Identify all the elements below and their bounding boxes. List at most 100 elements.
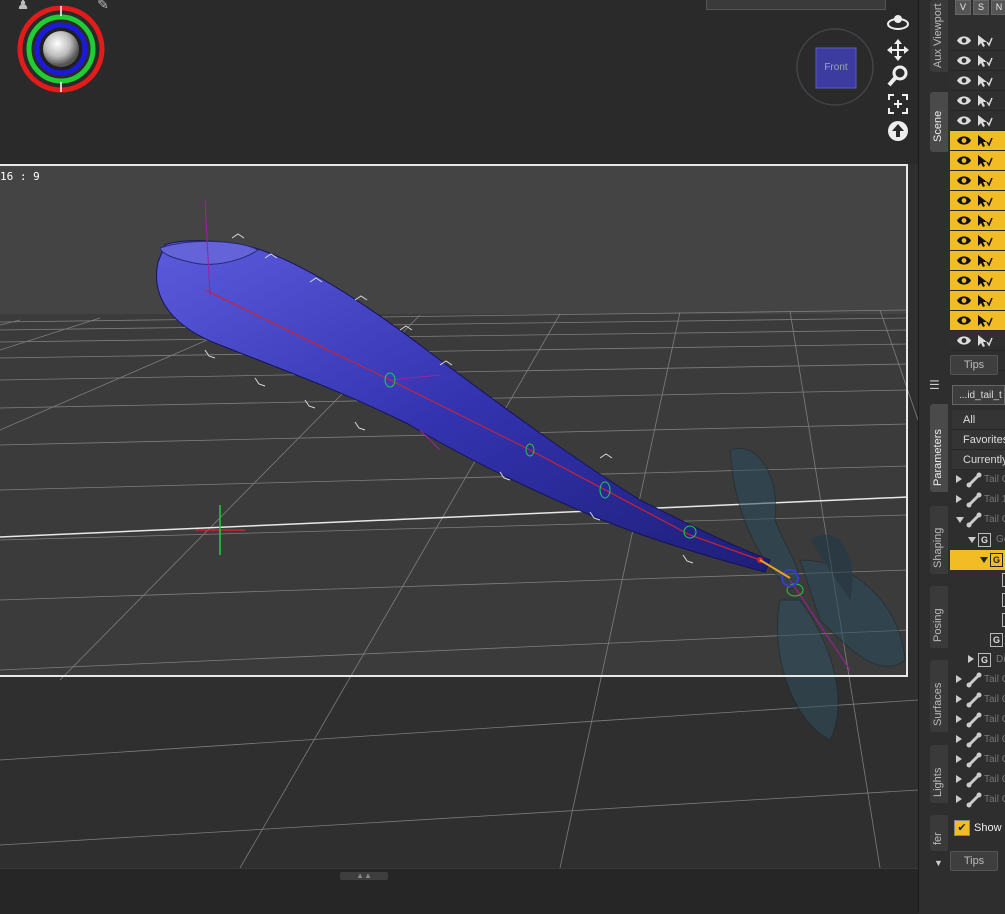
collapse-icon[interactable] [968,537,976,543]
visibility-eye-icon[interactable] [956,295,972,306]
tree-row[interactable]: GT [950,550,1005,570]
visibility-eye-icon[interactable] [956,155,972,166]
scene-row[interactable] [950,131,1005,151]
name-column-header[interactable]: N [991,0,1005,15]
visibility-eye-icon[interactable] [956,255,972,266]
selectable-arrow-icon[interactable] [977,294,993,308]
tab-lights[interactable]: Lights [930,745,948,803]
scene-row[interactable] [950,211,1005,231]
selectable-arrow-icon[interactable] [977,134,993,148]
pan-icon[interactable] [886,38,910,62]
3d-viewport[interactable]: 16 : 9 ♟ ✎ Front [0,0,918,868]
selectable-arrow-icon[interactable] [977,234,993,248]
visibility-eye-icon[interactable] [956,215,972,226]
figure-tool-icon[interactable]: ♟ [12,0,34,14]
tab-parameters[interactable]: Parameters [930,404,948,492]
parameter-search-input[interactable]: ...id_tail_t [952,385,1005,405]
filter-all[interactable]: All [952,410,1005,430]
tab-render[interactable]: fer [930,815,948,851]
camera-dropdown[interactable] [706,0,886,10]
selectable-arrow-icon[interactable] [977,214,993,228]
visible-column-header[interactable]: V [955,0,971,15]
visibility-eye-icon[interactable] [956,195,972,206]
tree-row[interactable]: Tail C [950,710,1005,730]
reset-icon[interactable] [886,119,910,143]
tree-row[interactable]: G [950,610,1005,630]
tree-row[interactable]: G Ge [950,530,1005,550]
selectable-arrow-icon[interactable] [977,94,993,108]
expand-icon[interactable] [956,475,962,483]
tab-scene[interactable]: Scene [930,92,948,152]
visibility-eye-icon[interactable] [956,95,972,106]
visibility-eye-icon[interactable] [956,275,972,286]
frame-icon[interactable] [886,92,910,116]
pane-collapse-handle[interactable]: ▲▲ [340,872,388,880]
scene-row[interactable] [950,291,1005,311]
selectable-arrow-icon[interactable] [977,254,993,268]
scene-row[interactable] [950,51,1005,71]
visibility-eye-icon[interactable] [956,175,972,186]
expand-icon[interactable] [956,495,962,503]
scene-row[interactable] [950,191,1005,211]
tree-row[interactable]: G [950,570,1005,590]
expand-icon[interactable] [956,775,962,783]
visibility-eye-icon[interactable] [956,35,972,46]
tree-row[interactable]: G [950,590,1005,610]
scene-row[interactable] [950,331,1005,351]
filter-favorites[interactable]: Favorites [952,430,1005,450]
tree-row[interactable]: Tail 1 [950,490,1005,510]
scene-row[interactable] [950,271,1005,291]
selectable-arrow-icon[interactable] [977,334,993,348]
scene-row[interactable] [950,71,1005,91]
scene-row[interactable] [950,91,1005,111]
zoom-icon[interactable] [886,64,910,88]
scene-row[interactable] [950,111,1005,131]
tree-row[interactable]: Tail C [950,750,1005,770]
tree-row[interactable]: Tail C [950,690,1005,710]
show-checkbox[interactable]: ✔ [954,820,970,836]
scene-row[interactable] [950,231,1005,251]
visibility-eye-icon[interactable] [956,135,972,146]
scene-row[interactable] [950,171,1005,191]
tips-button-top[interactable]: Tips [950,355,998,375]
tree-row[interactable]: Tail C [950,470,1005,490]
collapse-icon[interactable] [956,517,964,523]
tab-surfaces[interactable]: Surfaces [930,660,948,732]
tree-row[interactable]: Tail C [950,790,1005,810]
tabs-scroll-down-icon[interactable]: ▼ [934,858,943,868]
orbit-icon[interactable] [886,10,910,34]
selectable-arrow-icon[interactable] [977,54,993,68]
tree-row[interactable]: Tail C [950,730,1005,750]
selectable-arrow-icon[interactable] [977,74,993,88]
selectable-arrow-icon[interactable] [977,174,993,188]
collapse-icon[interactable] [980,557,988,563]
tree-row[interactable]: Tail C [950,770,1005,790]
tree-row[interactable]: Tail C [950,510,1005,530]
tips-button-bottom[interactable]: Tips [950,851,998,871]
selectable-arrow-icon[interactable] [977,154,993,168]
visibility-eye-icon[interactable] [956,55,972,66]
selectable-arrow-icon[interactable] [977,274,993,288]
pin-tool-icon[interactable]: ✎ [92,0,114,14]
tree-row[interactable]: GC [950,630,1005,650]
scene-row[interactable] [950,31,1005,51]
filter-currently-used[interactable]: Currently [952,450,1005,470]
expand-icon[interactable] [956,755,962,763]
tab-aux-viewport[interactable]: Aux Viewport [930,0,948,72]
scene-row[interactable] [950,311,1005,331]
visibility-eye-icon[interactable] [956,75,972,86]
scene-row[interactable] [950,151,1005,171]
viewport-scene[interactable] [0,0,918,868]
panel-menu-icon[interactable]: ☰ [929,378,947,396]
visibility-eye-icon[interactable] [956,335,972,346]
tree-row[interactable]: Tail C [950,670,1005,690]
tree-row[interactable]: G Dis [950,650,1005,670]
visibility-eye-icon[interactable] [956,315,972,326]
visibility-eye-icon[interactable] [956,235,972,246]
expand-icon[interactable] [956,795,962,803]
expand-icon[interactable] [956,735,962,743]
tab-shaping[interactable]: Shaping [930,506,948,574]
selectable-column-header[interactable]: S [973,0,989,15]
scene-row[interactable] [950,251,1005,271]
selectable-arrow-icon[interactable] [977,194,993,208]
